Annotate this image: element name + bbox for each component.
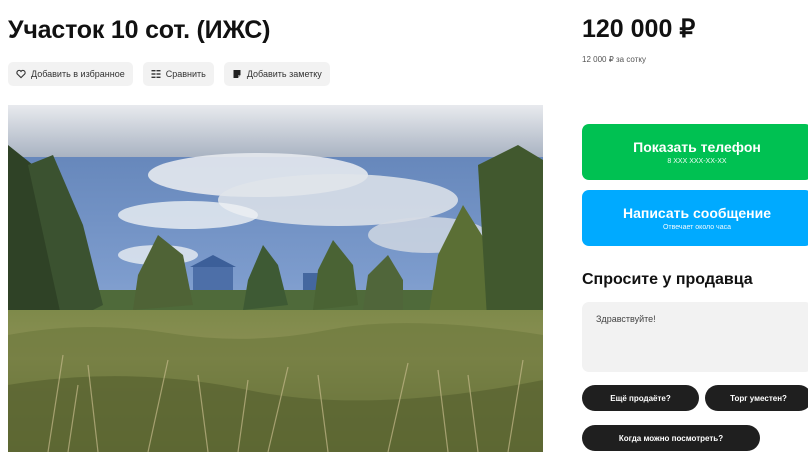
listing-actions: Добавить в избранное Сравнить Добавить з… [8, 62, 330, 86]
add-note-button[interactable]: Добавить заметку [223, 62, 330, 86]
message-input[interactable]: Здравствуйте! [582, 302, 808, 372]
add-to-favorites-button[interactable]: Добавить в избранное [8, 62, 133, 86]
land-plot-image [8, 105, 543, 452]
quick-question-chip[interactable]: Ещё продаёте? [582, 385, 699, 411]
write-message-button[interactable]: Написать сообщение Отвечает около часа [582, 190, 808, 246]
compare-icon [151, 69, 161, 79]
listing-title: Участок 10 сот. (ИЖС) [8, 16, 271, 44]
write-message-label: Написать сообщение [622, 205, 772, 221]
response-time: Отвечает около часа [662, 224, 731, 231]
add-to-favorites-label: Добавить в избранное [31, 69, 125, 79]
quick-question-chip[interactable]: Торг уместен? [705, 385, 808, 411]
listing-photo[interactable] [8, 105, 543, 452]
compare-button[interactable]: Сравнить [142, 62, 214, 86]
listing-price: 120 000 ₽ [582, 15, 696, 43]
quick-question-chip[interactable]: Когда можно посмотреть? [582, 425, 760, 451]
ask-seller-title: Спросите у продавца [582, 271, 753, 288]
note-icon [232, 69, 242, 79]
show-phone-label: Показать телефон [633, 139, 761, 155]
heart-icon [16, 69, 26, 79]
phone-mask: 8 XXX XXX-XX-XX [667, 158, 727, 165]
price-per-sotka: 12 000 ₽ за сотку [582, 55, 646, 64]
add-note-label: Добавить заметку [246, 69, 322, 79]
compare-label: Сравнить [165, 69, 206, 79]
show-phone-button[interactable]: Показать телефон 8 XXX XXX-XX-XX [582, 124, 808, 180]
